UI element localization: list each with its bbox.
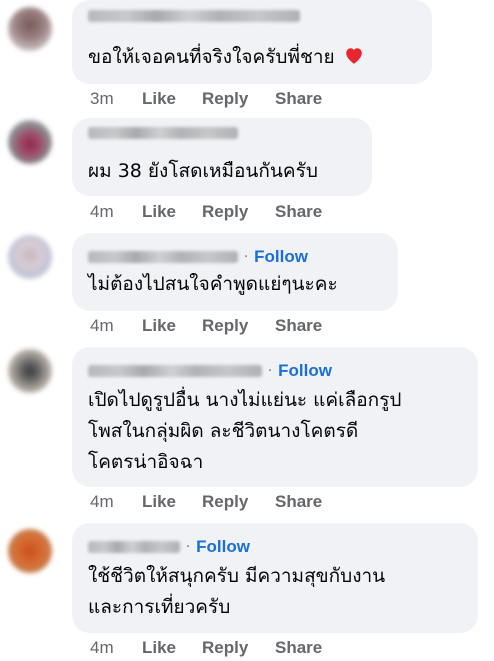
follow-button[interactable]: Follow xyxy=(254,247,308,267)
comment-timestamp[interactable]: 4m xyxy=(90,492,142,514)
comment-text-line: ผม 38 ยังโสดเหมือนกันครับ xyxy=(88,160,318,182)
comment-text: ใช้ชีวิตให้สนุกครับ มีความสุขกับงาน และก… xyxy=(88,561,385,623)
separator-dot: · xyxy=(244,249,249,265)
commenter-name-row: · Follow xyxy=(88,361,332,381)
share-button[interactable]: Share xyxy=(275,202,322,224)
comment-text: ผม 38 ยังโสดเหมือนกันครับ xyxy=(88,156,318,187)
like-button[interactable]: Like xyxy=(142,316,202,338)
comment-actions: 3m Like Reply Share xyxy=(90,89,322,111)
share-button[interactable]: Share xyxy=(275,316,322,338)
comment-bubble: · Follow เปิดไปดูรูปอื่น นางไม่แย่นะ แค่… xyxy=(72,347,478,487)
avatar[interactable] xyxy=(8,235,52,279)
comment-bubble: ขอให้เจอคนที่จริงใจครับพี่ชาย xyxy=(72,0,432,84)
comment-text-line: ไม่ต้องไปสนใจคำพูดแย่ๆนะคะ xyxy=(88,273,338,295)
comment-bubble: · Follow ไม่ต้องไปสนใจคำพูดแย่ๆนะคะ xyxy=(72,233,398,311)
comment-text-line: และการเที่ยวครับ xyxy=(88,596,231,618)
reply-button[interactable]: Reply xyxy=(202,492,275,514)
separator-dot: · xyxy=(268,363,273,379)
comment-timestamp[interactable]: 4m xyxy=(90,316,142,338)
commenter-name[interactable] xyxy=(88,127,238,139)
comment-timestamp[interactable]: 4m xyxy=(90,202,142,224)
like-button[interactable]: Like xyxy=(142,638,202,660)
commenter-name[interactable] xyxy=(88,541,180,553)
comment-text: ขอให้เจอคนที่จริงใจครับพี่ชาย xyxy=(88,42,365,76)
like-button[interactable]: Like xyxy=(142,202,202,224)
comment-actions: 4m Like Reply Share xyxy=(90,492,322,514)
avatar[interactable] xyxy=(8,349,52,393)
comment-text-line: ขอให้เจอคนที่จริงใจครับพี่ชาย xyxy=(88,46,335,68)
commenter-name[interactable] xyxy=(88,251,238,263)
comment-bubble: ผม 38 ยังโสดเหมือนกันครับ xyxy=(72,118,372,196)
share-button[interactable]: Share xyxy=(275,492,322,514)
avatar[interactable] xyxy=(8,529,52,573)
comment-text-line: เปิดไปดูรูปอื่น นางไม่แย่นะ แค่เลือกรูป xyxy=(88,389,402,411)
separator-dot: · xyxy=(186,539,191,555)
commenter-name-row xyxy=(88,123,238,143)
comment-text-line: โพสในกลุ่มผิด ละชีวิตนางโคตรดี xyxy=(88,420,359,442)
comment-bubble: · Follow ใช้ชีวิตให้สนุกครับ มีความสุขกั… xyxy=(72,523,478,633)
commenter-name[interactable] xyxy=(88,365,262,377)
commenter-name-row xyxy=(88,6,300,26)
comment-actions: 4m Like Reply Share xyxy=(90,202,322,224)
comment-actions: 4m Like Reply Share xyxy=(90,638,322,660)
reply-button[interactable]: Reply xyxy=(202,316,275,338)
avatar[interactable] xyxy=(8,7,52,51)
commenter-name-row: · Follow xyxy=(88,247,308,267)
reply-button[interactable]: Reply xyxy=(202,202,275,224)
like-button[interactable]: Like xyxy=(142,89,202,111)
reply-button[interactable]: Reply xyxy=(202,638,275,660)
comment-text: ไม่ต้องไปสนใจคำพูดแย่ๆนะคะ xyxy=(88,269,338,300)
comment-timestamp[interactable]: 4m xyxy=(90,638,142,660)
commenter-name-row: · Follow xyxy=(88,537,250,557)
follow-button[interactable]: Follow xyxy=(278,361,332,381)
avatar[interactable] xyxy=(8,120,52,164)
comment-text-line: โคตรน่าอิจฉา xyxy=(88,451,204,473)
comment-text-line: ใช้ชีวิตให้สนุกครับ มีความสุขกับงาน xyxy=(88,565,386,587)
commenter-name[interactable] xyxy=(88,10,300,22)
comment-actions: 4m Like Reply Share xyxy=(90,316,322,338)
comment-text: เปิดไปดูรูปอื่น นางไม่แย่นะ แค่เลือกรูป … xyxy=(88,385,401,478)
share-button[interactable]: Share xyxy=(275,638,322,660)
reply-button[interactable]: Reply xyxy=(202,89,275,111)
like-button[interactable]: Like xyxy=(142,492,202,514)
follow-button[interactable]: Follow xyxy=(196,537,250,557)
heart-icon xyxy=(343,44,365,76)
share-button[interactable]: Share xyxy=(275,89,322,111)
comment-timestamp[interactable]: 3m xyxy=(90,89,142,111)
